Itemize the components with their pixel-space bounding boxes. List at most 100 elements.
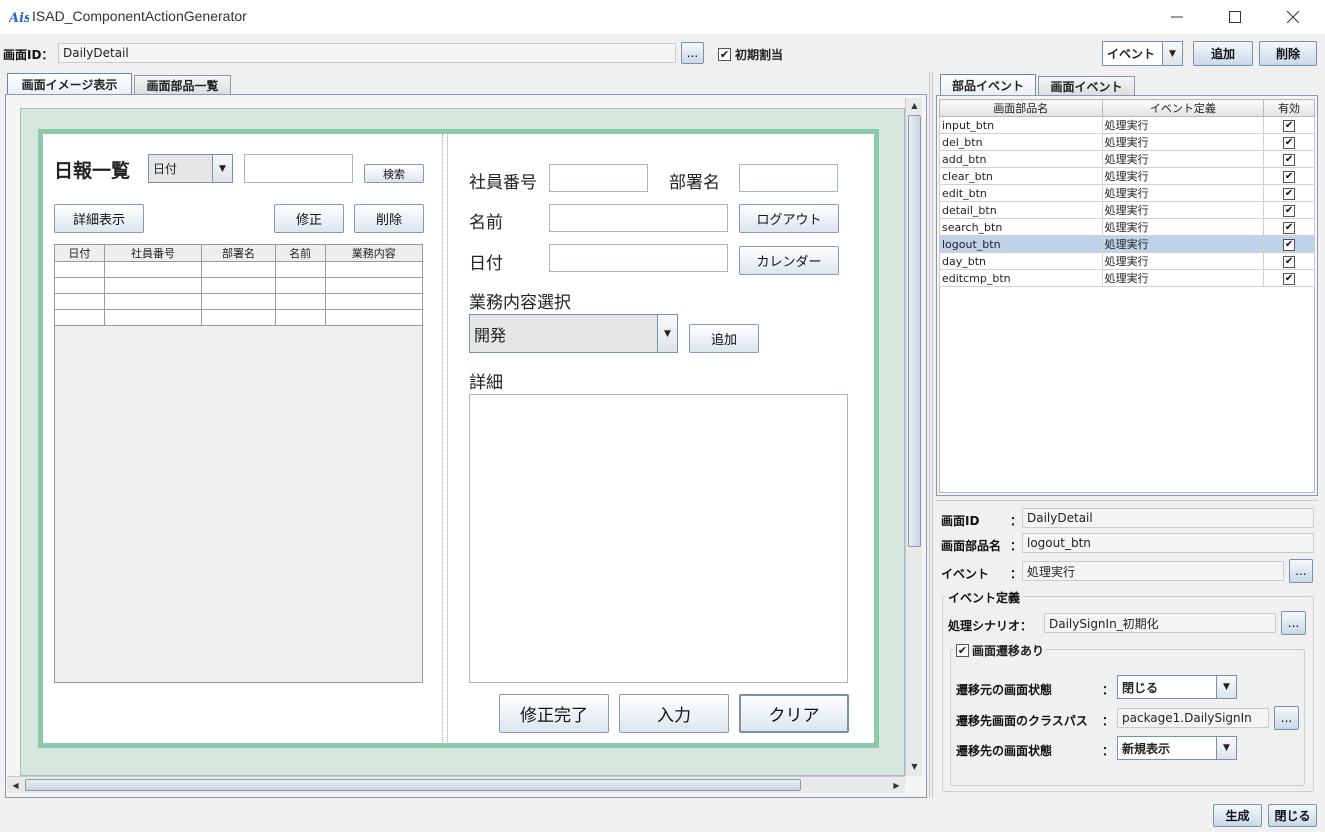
event-row-enabled-checkbox[interactable]: ✔ [1263, 269, 1315, 287]
search-button[interactable]: 検索 [364, 164, 424, 183]
src-state-combo[interactable]: 閉じる ▼ [1117, 675, 1237, 699]
event-row-component-name[interactable]: clear_btn [939, 167, 1103, 185]
event-table-row[interactable]: editcmp_btn 処理実行 ✔ [939, 269, 1315, 287]
emp-no-field[interactable] [549, 164, 648, 192]
date-field[interactable] [549, 244, 728, 272]
event-row-definition[interactable]: 処理実行 [1101, 116, 1265, 134]
event-row-enabled-checkbox[interactable]: ✔ [1263, 252, 1315, 270]
preview-vertical-scrollbar[interactable]: ▲ ▼ [905, 98, 922, 776]
event-table-row[interactable]: input_btn 処理実行 ✔ [939, 116, 1315, 134]
event-table-row[interactable]: edit_btn 処理実行 ✔ [939, 184, 1315, 202]
search-input[interactable] [244, 154, 353, 183]
event-row-enabled-checkbox[interactable]: ✔ [1263, 167, 1315, 185]
scrollbar-thumb[interactable] [25, 779, 801, 791]
table-row[interactable] [54, 293, 424, 310]
generate-button[interactable]: 生成 [1213, 804, 1262, 827]
event-row-enabled-checkbox[interactable]: ✔ [1263, 133, 1315, 151]
event-type-combo[interactable]: イベント ▼ [1102, 41, 1183, 66]
detail-textarea[interactable] [469, 394, 848, 683]
column-header-event[interactable]: イベント定義 [1101, 99, 1265, 117]
scroll-up-icon[interactable]: ▲ [907, 98, 922, 113]
event-row-definition[interactable]: 処理実行 [1101, 269, 1265, 287]
search-type-combo[interactable]: 日付 ▼ [148, 154, 233, 183]
event-row-definition[interactable]: 処理実行 [1101, 201, 1265, 219]
event-table-row[interactable]: del_btn 処理実行 ✔ [939, 133, 1315, 151]
delete-event-button[interactable]: 削除 [1259, 41, 1317, 66]
table-row[interactable] [54, 309, 424, 326]
main-splitter[interactable] [929, 72, 933, 798]
minimize-button[interactable] [1154, 0, 1200, 34]
dest-class-field[interactable]: package1.DailySignIn [1117, 708, 1269, 728]
calendar-button[interactable]: カレンダー [739, 246, 839, 275]
event-row-definition[interactable]: 処理実行 [1101, 184, 1265, 202]
logout-button[interactable]: ログアウト [739, 204, 839, 233]
preview-horizontal-scrollbar[interactable]: ◀ ▶ [7, 776, 905, 793]
event-row-enabled-checkbox[interactable]: ✔ [1263, 150, 1315, 168]
close-window-button[interactable] [1270, 0, 1316, 34]
event-table-row[interactable]: add_btn 処理実行 ✔ [939, 150, 1315, 168]
event-row-component-name[interactable]: edit_btn [939, 184, 1103, 202]
event-row-enabled-checkbox[interactable]: ✔ [1263, 116, 1315, 134]
event-row-enabled-checkbox[interactable]: ✔ [1263, 218, 1315, 236]
add-event-button[interactable]: 追加 [1193, 41, 1253, 66]
column-header-component[interactable]: 画面部品名 [939, 99, 1103, 117]
event-row-definition[interactable]: 処理実行 [1101, 218, 1265, 236]
tab-screen-image[interactable]: 画面イメージ表示 [7, 73, 132, 95]
column-header-work[interactable]: 業務内容 [324, 244, 424, 262]
dept-field[interactable] [739, 164, 838, 192]
close-button[interactable]: 閉じる [1268, 804, 1317, 827]
event-row-enabled-checkbox[interactable]: ✔ [1263, 201, 1315, 219]
dest-class-browse-button[interactable]: ... [1274, 706, 1299, 730]
edit-complete-button[interactable]: 修正完了 [499, 694, 609, 733]
event-row-definition[interactable]: 処理実行 [1101, 235, 1265, 253]
column-header-name[interactable]: 名前 [274, 244, 326, 262]
event-row-definition[interactable]: 処理実行 [1101, 133, 1265, 151]
add-work-button[interactable]: 追加 [689, 324, 759, 353]
detail-component-field[interactable]: logout_btn [1022, 533, 1314, 553]
event-row-component-name[interactable]: detail_btn [939, 201, 1103, 219]
event-row-enabled-checkbox[interactable]: ✔ [1263, 235, 1315, 253]
event-table-row[interactable]: logout_btn 処理実行 ✔ [939, 235, 1315, 253]
event-row-definition[interactable]: 処理実行 [1101, 252, 1265, 270]
event-row-enabled-checkbox[interactable]: ✔ [1263, 184, 1315, 202]
tab-screen-events[interactable]: 画面イベント [1038, 76, 1135, 96]
column-header-emp-no[interactable]: 社員番号 [103, 244, 203, 262]
event-row-component-name[interactable]: day_btn [939, 252, 1103, 270]
event-browse-button[interactable]: ... [1289, 559, 1313, 583]
event-row-definition[interactable]: 処理実行 [1101, 150, 1265, 168]
maximize-button[interactable] [1212, 0, 1258, 34]
event-row-component-name[interactable]: search_btn [939, 218, 1103, 236]
detail-screen-id-field[interactable]: DailyDetail [1022, 508, 1314, 528]
event-row-component-name[interactable]: add_btn [939, 150, 1103, 168]
dest-state-combo[interactable]: 新規表示 ▼ [1117, 736, 1237, 760]
delete-button[interactable]: 削除 [354, 204, 424, 233]
event-row-component-name[interactable]: logout_btn [939, 235, 1103, 253]
event-table-row[interactable]: search_btn 処理実行 ✔ [939, 218, 1315, 236]
scrollbar-thumb[interactable] [908, 115, 921, 547]
clear-button[interactable]: クリア [739, 694, 849, 733]
event-table-row[interactable]: day_btn 処理実行 ✔ [939, 252, 1315, 270]
event-table-row[interactable]: detail_btn 処理実行 ✔ [939, 201, 1315, 219]
scenario-field[interactable]: DailySignIn_初期化 [1044, 613, 1276, 633]
table-row[interactable] [54, 277, 424, 294]
init-assign-checkbox[interactable]: ✔ 初期割当 [718, 46, 783, 63]
input-button[interactable]: 入力 [619, 694, 729, 733]
screen-id-browse-button[interactable]: ... [681, 42, 704, 64]
event-row-component-name[interactable]: editcmp_btn [939, 269, 1103, 287]
scenario-browse-button[interactable]: ... [1281, 611, 1306, 635]
column-header-dept[interactable]: 部署名 [201, 244, 276, 262]
detail-view-button[interactable]: 詳細表示 [54, 204, 144, 233]
scroll-left-icon[interactable]: ◀ [8, 778, 23, 793]
table-row[interactable] [54, 261, 424, 278]
column-header-date[interactable]: 日付 [54, 244, 105, 262]
event-row-component-name[interactable]: del_btn [939, 133, 1103, 151]
scroll-right-icon[interactable]: ▶ [889, 778, 904, 793]
column-header-enabled[interactable]: 有効 [1263, 99, 1315, 117]
event-table-row[interactable]: clear_btn 処理実行 ✔ [939, 167, 1315, 185]
name-field[interactable] [549, 204, 728, 232]
report-list-table[interactable]: 日付 社員番号 部署名 名前 業務内容 [54, 244, 424, 326]
events-table[interactable]: 画面部品名 イベント定義 有効 input_btn 処理実行 ✔ del_btn 処理実… [939, 99, 1315, 287]
event-row-component-name[interactable]: input_btn [939, 116, 1103, 134]
transition-checkbox[interactable]: ✔ 画面遷移あり [954, 642, 1047, 659]
edit-button[interactable]: 修正 [274, 204, 344, 233]
